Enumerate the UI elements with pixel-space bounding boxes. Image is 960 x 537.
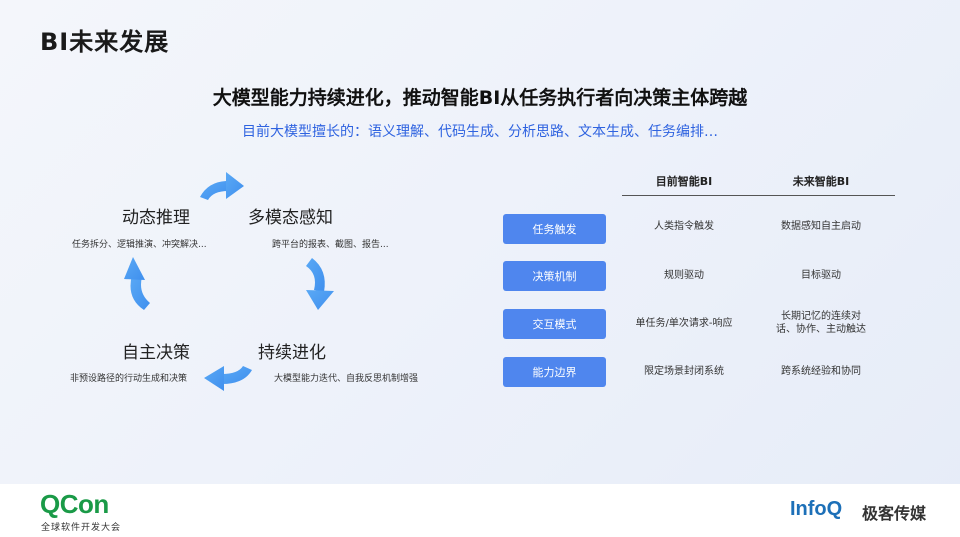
node-title-decision: 自主决策 [122, 343, 190, 363]
infoq-cn-logo: 极客传媒 [862, 504, 927, 523]
cell-future-interaction-line1: 长期记忆的连续对 [781, 311, 861, 322]
table-header-current: 目前智能BI [655, 175, 713, 188]
row-label-boundary: 能力边界 [503, 357, 606, 387]
qcon-subtitle: 全球软件开发大会 [41, 523, 122, 533]
table-header-divider [622, 195, 895, 196]
node-desc-perception: 跨平台的报表、截图、报告... [272, 240, 389, 250]
subline: 目前大模型擅长的：语义理解、代码生成、分析思路、文本生成、任务编排… [242, 124, 718, 140]
cell-current-interaction: 单任务/单次请求-响应 [635, 318, 733, 329]
node-title-reasoning: 动态推理 [122, 208, 190, 228]
cell-current-boundary: 限定场景封闭系统 [644, 366, 724, 377]
node-desc-decision: 非预设路径的行动生成和决策 [70, 374, 188, 384]
node-desc-evolution: 大模型能力迭代、自我反思机制增强 [274, 374, 419, 384]
cell-future-boundary: 跨系统经验和协同 [781, 366, 861, 377]
cell-current-mechanism: 规则驱动 [664, 270, 704, 281]
arrow-bottom [204, 366, 252, 391]
node-title-perception: 多模态感知 [248, 208, 333, 228]
node-title-evolution: 持续进化 [258, 343, 326, 363]
row-label-mechanism: 决策机制 [503, 261, 606, 291]
arrow-right [306, 258, 334, 310]
node-desc-reasoning: 任务拆分、逻辑推演、冲突解决... [72, 240, 207, 250]
cell-future-mechanism: 目标驱动 [801, 270, 841, 281]
arrow-top [200, 172, 244, 200]
row-label-trigger: 任务触发 [503, 214, 606, 244]
infoq-logo: InfoQ [790, 498, 843, 520]
cell-future-interaction: 长期记忆的连续对 话、协作、主动触达 [761, 310, 881, 336]
slide-title: BI未来发展 [40, 28, 170, 56]
cell-current-trigger: 人类指令触发 [654, 221, 714, 232]
qcon-logo: QCon [40, 489, 109, 519]
cell-future-trigger: 数据感知自主启动 [781, 221, 861, 232]
headline: 大模型能力持续进化，推动智能BI从任务执行者向决策主体跨越 [212, 87, 748, 109]
row-label-interaction: 交互模式 [503, 309, 606, 339]
table-header-future: 未来智能BI [792, 175, 850, 188]
cell-future-interaction-line2: 话、协作、主动触达 [776, 324, 866, 335]
arrow-left [124, 257, 150, 310]
